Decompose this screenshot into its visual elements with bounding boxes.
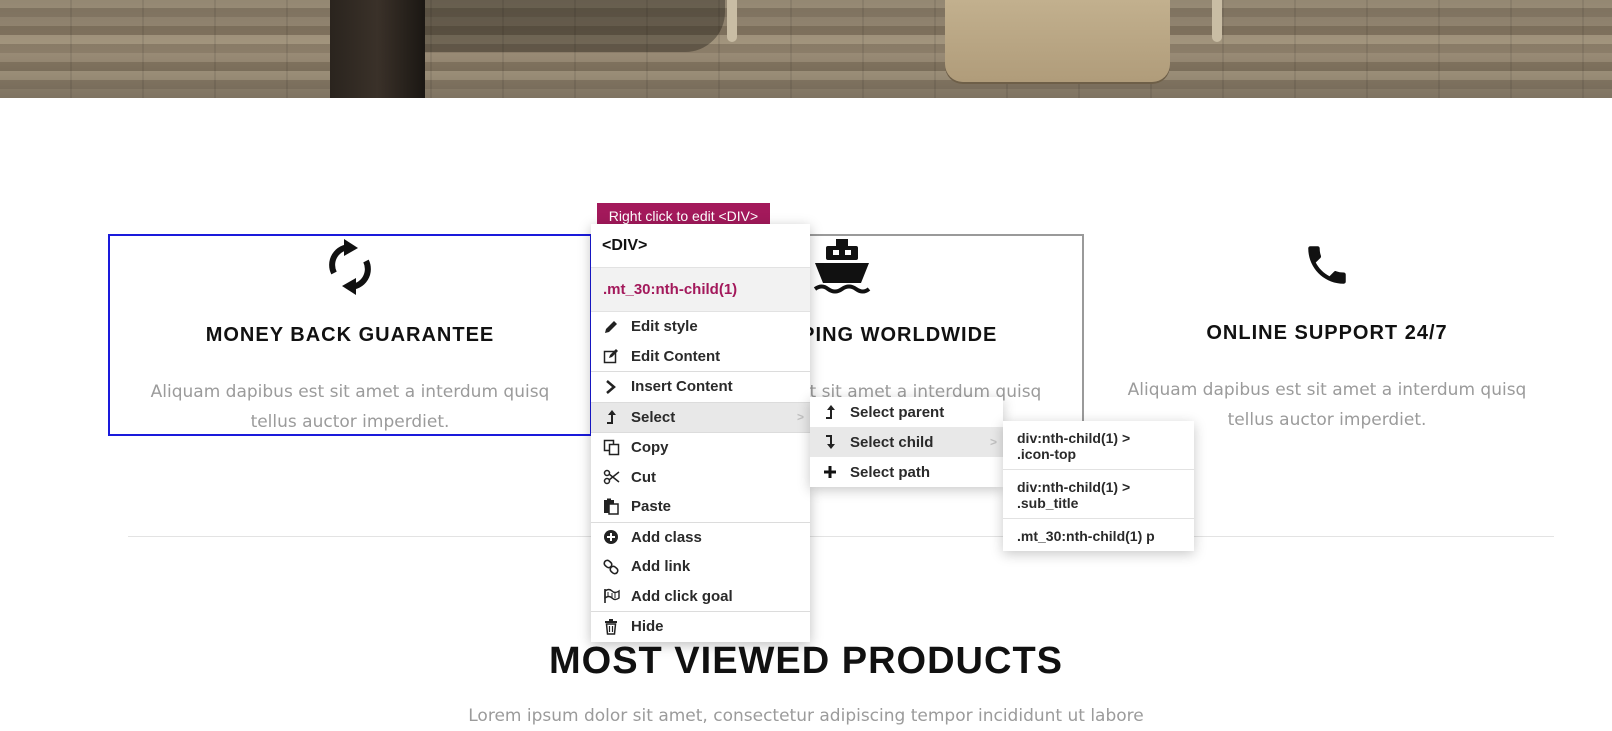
context-menu-group-insert: Insert Content bbox=[591, 372, 810, 403]
child-selector-item[interactable]: div:nth-child(1) > .sub_title bbox=[1003, 470, 1194, 519]
plus-icon bbox=[810, 465, 850, 479]
hero-chair-leg bbox=[1212, 0, 1222, 42]
context-menu-group-select: Select > bbox=[591, 402, 810, 433]
menu-item-label: Insert Content bbox=[631, 378, 733, 396]
feature-money-back[interactable]: MONEY BACK GUARANTEE Aliquam dapibus est… bbox=[108, 234, 592, 436]
menu-item-add-click-goal[interactable]: Add click goal bbox=[591, 582, 810, 612]
level-down-icon bbox=[810, 434, 850, 450]
feature-online-support[interactable]: ONLINE SUPPORT 24/7 Aliquam dapibus est … bbox=[1085, 234, 1569, 436]
refresh-icon bbox=[110, 238, 590, 296]
menu-item-hide[interactable]: Hide bbox=[591, 612, 810, 642]
hero-shadow bbox=[425, 0, 725, 52]
menu-item-cut[interactable]: Cut bbox=[591, 463, 810, 493]
menu-item-label: Paste bbox=[631, 498, 672, 516]
menu-item-label: Add link bbox=[631, 558, 691, 576]
context-menu-group-edit: Edit style Edit Content bbox=[591, 312, 810, 372]
feature-title: ONLINE SUPPORT 24/7 bbox=[1206, 322, 1448, 344]
menu-item-label: Edit Content bbox=[631, 347, 721, 365]
hero-wooden-post bbox=[330, 0, 425, 98]
trash-icon bbox=[591, 618, 631, 635]
pencil-icon bbox=[591, 319, 631, 335]
menu-item-insert-content[interactable]: Insert Content bbox=[591, 372, 810, 402]
select-submenu: Select parent Select child > Select path bbox=[810, 397, 1003, 487]
submenu-arrow-icon: > bbox=[796, 409, 804, 424]
menu-item-copy[interactable]: Copy bbox=[591, 433, 810, 463]
menu-item-label: Select path bbox=[850, 463, 931, 481]
menu-item-label: Select bbox=[631, 408, 676, 426]
hero-suitcase bbox=[945, 0, 1170, 82]
copy-icon bbox=[591, 439, 631, 456]
menu-item-add-class[interactable]: Add class bbox=[591, 523, 810, 553]
menu-item-label: Select parent bbox=[850, 403, 945, 421]
context-menu-group-add: Add class Add link Add click goal bbox=[591, 523, 810, 612]
menu-item-label: Edit style bbox=[631, 318, 698, 336]
context-menu: <DIV> .mt_30:nth-child(1) Edit style Edi… bbox=[591, 224, 810, 642]
phone-icon bbox=[1085, 236, 1569, 294]
menu-item-select-child[interactable]: Select child > bbox=[810, 427, 1003, 457]
submenu-arrow-icon: > bbox=[989, 435, 997, 449]
section-divider bbox=[128, 536, 1554, 537]
menu-item-select-parent[interactable]: Select parent bbox=[810, 397, 1003, 427]
chevron-right-icon bbox=[591, 379, 631, 395]
menu-item-label: Copy bbox=[631, 439, 669, 457]
section-title: MOST VIEWED PRODUCTS bbox=[548, 640, 1064, 682]
hero-image bbox=[0, 0, 1612, 98]
menu-item-label: Hide bbox=[631, 618, 664, 636]
scissors-icon bbox=[591, 469, 631, 485]
menu-item-add-link[interactable]: Add link bbox=[591, 552, 810, 582]
section-subtitle: Lorem ipsum dolor sit amet, consectetur … bbox=[468, 706, 1144, 726]
child-selector-submenu: div:nth-child(1) > .icon-top div:nth-chi… bbox=[1003, 421, 1194, 551]
paste-icon bbox=[591, 498, 631, 515]
menu-item-label: Add click goal bbox=[631, 587, 733, 605]
menu-item-select[interactable]: Select > bbox=[591, 402, 810, 432]
menu-item-label: Cut bbox=[631, 468, 656, 486]
link-icon bbox=[591, 559, 631, 575]
menu-item-label: Add class bbox=[631, 528, 702, 546]
context-menu-group-hide: Hide bbox=[591, 612, 810, 642]
child-selector-item[interactable]: .mt_30:nth-child(1) p bbox=[1003, 519, 1194, 551]
menu-item-edit-style[interactable]: Edit style bbox=[591, 312, 810, 342]
flag-icon bbox=[591, 588, 631, 604]
edit-content-icon bbox=[591, 348, 631, 364]
context-menu-group-clipboard: Copy Cut Paste bbox=[591, 433, 810, 523]
feature-title: MONEY BACK GUARANTEE bbox=[205, 324, 495, 346]
menu-item-label: Select child bbox=[850, 433, 934, 451]
menu-item-select-path[interactable]: Select path bbox=[810, 457, 1003, 487]
menu-item-edit-content[interactable]: Edit Content bbox=[591, 342, 810, 372]
context-menu-element-tag: <DIV> bbox=[591, 224, 810, 268]
level-up-icon bbox=[591, 409, 631, 425]
hero-chair-leg bbox=[727, 0, 737, 42]
level-up-icon bbox=[810, 404, 850, 420]
context-menu-selector: .mt_30:nth-child(1) bbox=[591, 268, 810, 312]
plus-circle-icon bbox=[591, 529, 631, 545]
feature-description: Aliquam dapibus est sit amet a interdum … bbox=[150, 382, 550, 432]
menu-item-paste[interactable]: Paste bbox=[591, 492, 810, 522]
child-selector-item[interactable]: div:nth-child(1) > .icon-top bbox=[1003, 421, 1194, 470]
